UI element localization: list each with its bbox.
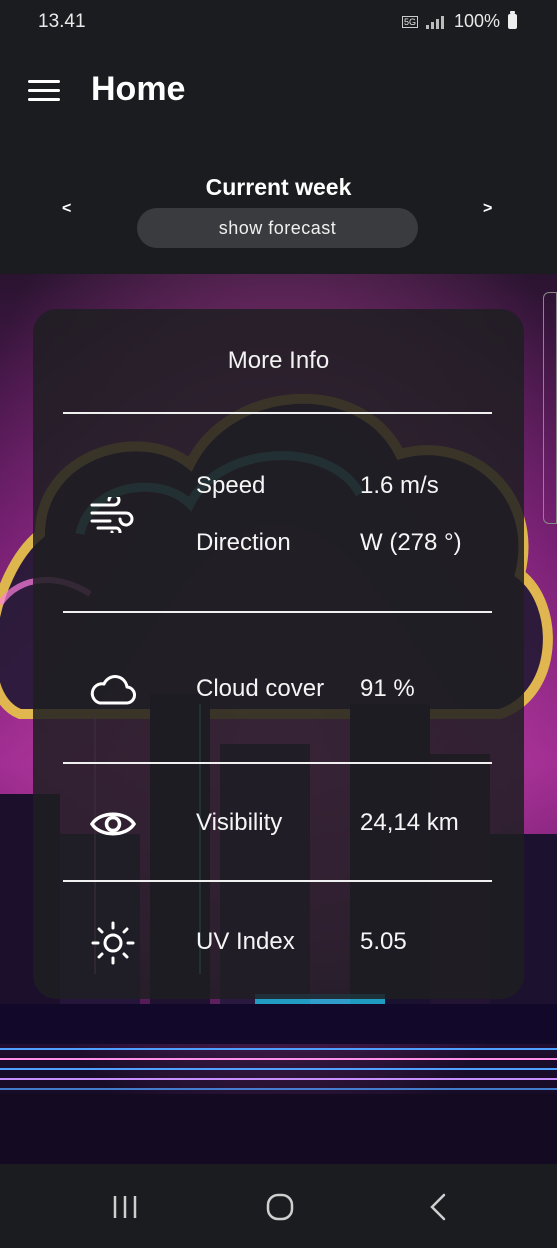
wind-direction-label: Direction [196, 529, 291, 556]
next-week-button[interactable]: > [483, 200, 492, 218]
uv-index-label: UV Index [196, 928, 295, 955]
wind-speed-label: Speed [196, 472, 266, 499]
system-nav-bar [0, 1164, 557, 1248]
battery-percent: 100% [453, 11, 500, 31]
signal-icon [425, 15, 444, 29]
wind-direction-value: W (278 °) [360, 529, 462, 556]
show-forecast-button[interactable]: show forecast [137, 208, 418, 248]
battery-icon [508, 11, 517, 29]
recent-apps-icon[interactable] [112, 1194, 138, 1225]
uv-index-value: 5.05 [360, 928, 407, 955]
status-indicators: 5G 100% [401, 11, 517, 32]
visibility-label: Visibility [196, 809, 283, 836]
status-time: 13.41 [38, 11, 86, 32]
network-type: 5G [401, 15, 418, 28]
sun-icon [90, 920, 136, 971]
more-info-title: More Info [227, 347, 330, 374]
home-icon[interactable] [266, 1193, 294, 1226]
week-title: Current week [205, 174, 352, 200]
wind-speed-value: 1.6 m/s [360, 472, 439, 499]
divider [63, 762, 492, 764]
menu-icon[interactable] [28, 80, 60, 102]
cloud-cover-value: 91 % [360, 675, 415, 702]
wind-icon [90, 493, 136, 538]
visibility-value: 24,14 km [360, 809, 459, 836]
cloud-cover-label: Cloud cover [196, 675, 325, 702]
divider [63, 611, 492, 613]
divider [63, 880, 492, 882]
previous-week-button[interactable]: < [62, 200, 71, 218]
cloud-icon [90, 671, 136, 710]
eye-icon [89, 808, 137, 845]
back-icon[interactable] [429, 1193, 447, 1226]
side-scroll-handle[interactable] [543, 292, 557, 524]
page-title: Home [91, 70, 186, 108]
status-bar: 13.41 5G 100% [0, 0, 557, 44]
divider [63, 412, 492, 414]
